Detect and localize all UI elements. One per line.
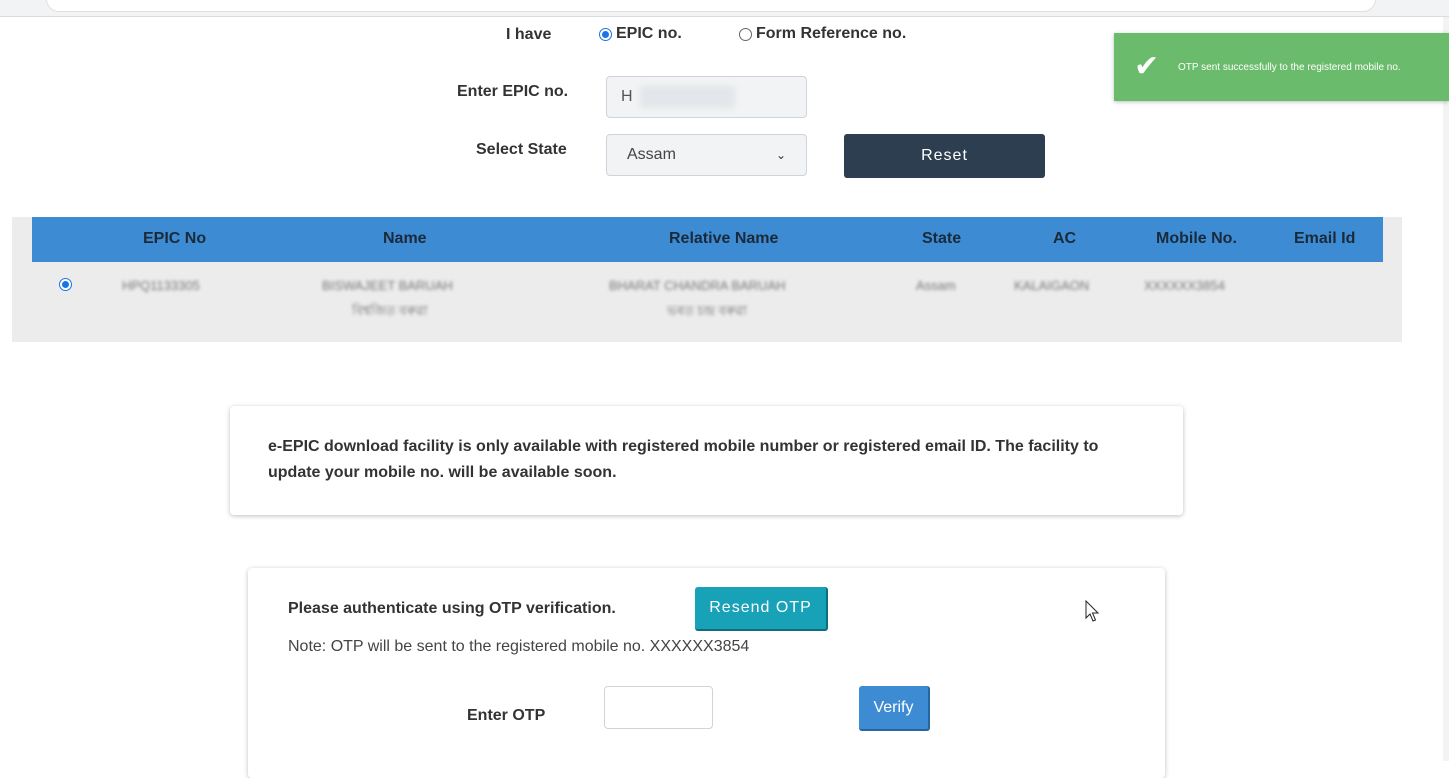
state-select[interactable]: Assam ⌄ — [606, 134, 807, 176]
verify-button-label: Verify — [873, 698, 914, 716]
header-email-id: Email Id — [1294, 230, 1356, 247]
reset-button[interactable]: Reset — [844, 134, 1045, 178]
header-mobile-no: Mobile No. — [1156, 230, 1237, 247]
epic-no-input-value: H — [621, 88, 633, 105]
row-radio-icon[interactable] — [59, 278, 72, 291]
info-card: e-EPIC download facility is only availab… — [230, 406, 1183, 515]
otp-note: Note: OTP will be sent to the registered… — [288, 638, 750, 655]
enter-otp-label: Enter OTP — [467, 707, 546, 724]
mouse-cursor-icon — [1085, 600, 1100, 622]
epic-no-redacted — [640, 86, 735, 108]
reset-button-label: Reset — [921, 147, 968, 164]
resend-otp-label: Resend OTP — [709, 599, 812, 616]
browser-address-strip — [0, 0, 1449, 17]
cell-relative-name: BHARAT CHANDRA BARUAH — [609, 278, 786, 293]
cell-epic-no: HPQ1133305 — [122, 278, 200, 293]
cell-ac: KALAIGAON — [1014, 278, 1090, 293]
check-icon: ✔ — [1134, 50, 1160, 83]
address-bar[interactable] — [46, 0, 1376, 12]
i-have-label: I have — [506, 26, 552, 43]
otp-title: Please authenticate using OTP verificati… — [288, 600, 616, 617]
cell-state: Assam — [916, 278, 956, 293]
radio-form-reference-label: Form Reference no. — [756, 25, 907, 42]
table-row-select-radio[interactable] — [59, 278, 72, 296]
radio-form-reference-option[interactable]: Form Reference no. — [739, 25, 906, 43]
verify-button[interactable]: Verify — [859, 686, 930, 731]
header-ac: AC — [1053, 230, 1077, 247]
info-text: e-EPIC download facility is only availab… — [268, 438, 1099, 481]
scrollbar[interactable] — [1443, 17, 1449, 761]
radio-epic-label: EPIC no. — [616, 25, 682, 42]
state-select-value: Assam — [627, 146, 676, 163]
otp-sent-toast[interactable]: ✔ OTP sent successfully to the registere… — [1114, 33, 1449, 101]
results-table: EPIC No Name Relative Name State AC Mobi… — [12, 217, 1402, 342]
header-relative-name: Relative Name — [669, 230, 779, 247]
radio-epic-option[interactable]: EPIC no. — [599, 25, 682, 43]
otp-input[interactable] — [604, 686, 713, 729]
header-state: State — [922, 230, 962, 247]
cell-relative-name-local: ভৰত চন্দ্ৰ বৰুৱা — [667, 303, 747, 318]
resend-otp-button[interactable]: Resend OTP — [695, 587, 828, 631]
cell-name: BISWAJEET BARUAH — [322, 278, 453, 293]
cell-mobile: XXXXXX3854 — [1144, 278, 1225, 293]
chevron-down-icon: ⌄ — [775, 148, 786, 162]
radio-form-reference-icon[interactable] — [739, 27, 752, 41]
header-epic-no: EPIC No — [143, 230, 207, 247]
toast-message: OTP sent successfully to the registered … — [1178, 61, 1401, 73]
cell-name-local: বিশ্বজিত বৰুৱা — [352, 303, 428, 318]
epic-no-label: Enter EPIC no. — [457, 83, 569, 100]
select-state-label: Select State — [476, 141, 567, 158]
otp-card: Please authenticate using OTP verificati… — [248, 568, 1165, 778]
radio-epic-icon[interactable] — [599, 27, 612, 41]
header-name: Name — [383, 230, 427, 247]
results-table-header: EPIC No Name Relative Name State AC Mobi… — [32, 217, 1383, 262]
